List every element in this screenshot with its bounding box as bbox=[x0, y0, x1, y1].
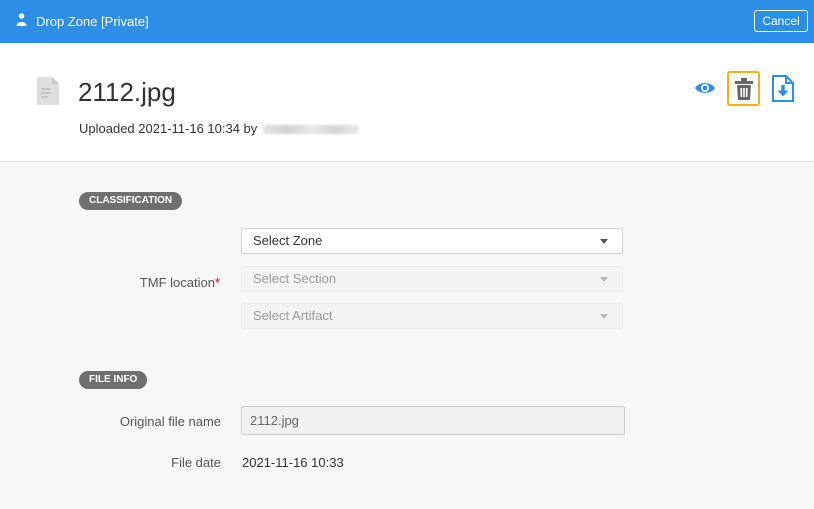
chevron-down-icon bbox=[600, 239, 608, 244]
dialog-title: Drop Zone [Private] bbox=[36, 14, 149, 29]
trash-icon bbox=[735, 78, 753, 100]
zone-select[interactable]: Select Zone bbox=[241, 228, 623, 254]
titlebar: Drop Zone [Private] Cancel bbox=[0, 0, 814, 43]
section-select-placeholder: Select Section bbox=[253, 271, 337, 286]
required-marker: * bbox=[214, 275, 220, 290]
classification-badge: CLASSIFICATION bbox=[79, 192, 183, 210]
delete-button[interactable] bbox=[727, 71, 760, 106]
upload-info-text: Uploaded 2021-11-16 10:34 by bbox=[79, 121, 258, 136]
person-icon bbox=[16, 13, 27, 31]
download-icon[interactable] bbox=[772, 75, 794, 107]
form-area: CLASSIFICATION Select Zone TMF location*… bbox=[0, 162, 814, 509]
original-file-name-label: Original file name bbox=[119, 414, 221, 429]
zone-select-value: Select Zone bbox=[253, 233, 323, 248]
chevron-down-icon bbox=[600, 314, 608, 319]
cancel-button[interactable]: Cancel bbox=[754, 10, 808, 32]
tmf-location-label: TMF location* bbox=[100, 275, 220, 290]
document-title: 2112.jpg bbox=[78, 77, 176, 107]
file-date-value: 2021-11-16 10:33 bbox=[242, 455, 344, 470]
file-date-label: File date bbox=[171, 455, 221, 470]
eye-icon[interactable] bbox=[694, 81, 716, 100]
document-icon bbox=[37, 77, 59, 110]
artifact-select-placeholder: Select Artifact bbox=[253, 308, 333, 323]
artifact-select[interactable]: Select Artifact bbox=[241, 303, 623, 329]
section-select[interactable]: Select Section bbox=[241, 266, 623, 292]
chevron-down-icon bbox=[600, 277, 608, 282]
redacted-uploader bbox=[263, 125, 360, 135]
file-info-badge: FILE INFO bbox=[79, 371, 148, 389]
document-header: 2112.jpg Uploaded 2021-11-16 10:34 by bbox=[0, 43, 814, 162]
upload-info: Uploaded 2021-11-16 10:34 by bbox=[79, 121, 360, 136]
original-file-name-field[interactable]: 2112.jpg bbox=[241, 406, 625, 435]
tmf-location-label-text: TMF location bbox=[139, 275, 215, 290]
